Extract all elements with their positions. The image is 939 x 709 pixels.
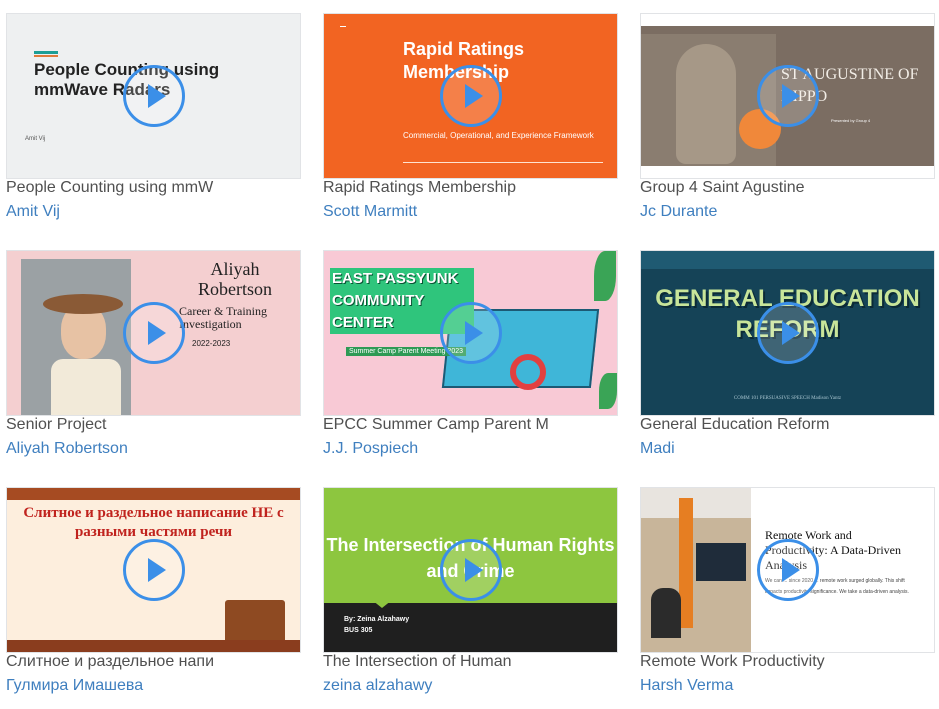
presentation-card: Слитное и раздельное написание НЕ с разн… bbox=[6, 487, 301, 707]
slide-thumbnail[interactable]: The Intersection of Human Rights and Cri… bbox=[323, 487, 618, 653]
card-title[interactable]: General Education Reform bbox=[640, 416, 935, 434]
notch-shape bbox=[372, 600, 392, 608]
play-icon[interactable] bbox=[122, 539, 185, 601]
play-icon[interactable] bbox=[756, 539, 819, 601]
slide-title: Слитное и раздельное написание НЕ с разн… bbox=[23, 505, 284, 540]
slide-subtitle: By: Zeina Alzahawy BUS 305 bbox=[344, 614, 409, 636]
card-author[interactable]: Amit Vij bbox=[6, 203, 301, 221]
slide-subtitle: Career & Training Investigation bbox=[179, 304, 267, 331]
play-icon[interactable] bbox=[756, 65, 819, 127]
slide-byline: By: Zeina Alzahawy bbox=[344, 616, 410, 623]
portrait-photo bbox=[21, 259, 131, 415]
presentation-card: Rapid Ratings Membership Commercial, Ope… bbox=[323, 13, 618, 233]
office-ceiling bbox=[641, 488, 751, 518]
card-author[interactable]: zeina alzahawy bbox=[323, 677, 618, 695]
card-title[interactable]: People Counting using mmW bbox=[6, 179, 301, 197]
presentation-card: GENERAL EDUCATION REFORM COMM 101 PERSUA… bbox=[640, 250, 935, 470]
school-supplies-graphic bbox=[225, 600, 285, 644]
divider-line bbox=[403, 162, 603, 163]
torn-paper-edge bbox=[641, 14, 934, 26]
card-author[interactable]: Harsh Verma bbox=[640, 677, 935, 695]
portrait-body bbox=[51, 359, 121, 415]
leaf-graphic bbox=[594, 251, 616, 301]
play-icon[interactable] bbox=[439, 65, 502, 127]
play-icon[interactable] bbox=[439, 539, 502, 601]
slide-course: BUS 305 bbox=[344, 627, 373, 634]
office-person bbox=[651, 588, 681, 638]
slide-title: Aliyah Robertson bbox=[198, 259, 272, 299]
torn-paper-edge bbox=[641, 166, 934, 178]
play-icon[interactable] bbox=[122, 302, 185, 364]
slide-subtitle: Commercial, Operational, and Experience … bbox=[403, 131, 594, 140]
card-author[interactable]: Madi bbox=[640, 440, 935, 458]
card-author[interactable]: Aliyah Robertson bbox=[6, 440, 301, 458]
card-author[interactable]: Scott Marmitt bbox=[323, 203, 618, 221]
card-title[interactable]: EPCC Summer Camp Parent M bbox=[323, 416, 618, 434]
slide-thumbnail[interactable]: GENERAL EDUCATION REFORM COMM 101 PERSUA… bbox=[640, 250, 935, 416]
slide-thumbnail[interactable]: EAST PASSYUNK COMMUNITY CENTER Summer Ca… bbox=[323, 250, 618, 416]
slide-thumbnail[interactable]: People Counting using mmWave Radars Amit… bbox=[6, 13, 301, 179]
statue-image bbox=[676, 44, 736, 164]
slide-date: 2022-2023 bbox=[192, 339, 231, 348]
slide-thumbnail[interactable]: ST AUGUSTINE OF HIPPO Presented by Group… bbox=[640, 13, 935, 179]
slide-title: Rapid Ratings Membership bbox=[403, 39, 525, 82]
play-icon[interactable] bbox=[122, 65, 185, 127]
presentation-card: EAST PASSYUNK COMMUNITY CENTER Summer Ca… bbox=[323, 250, 618, 470]
portrait-hat bbox=[43, 294, 123, 314]
accent-line bbox=[34, 51, 58, 54]
card-title[interactable]: Senior Project bbox=[6, 416, 301, 434]
slide-subtitle: COMM 101 PERSUASIVE SPEECH Madison Yantz bbox=[733, 396, 842, 401]
presentation-card: Remote Work and Productivity: A Data-Dri… bbox=[640, 487, 935, 707]
card-title[interactable]: Remote Work Productivity bbox=[640, 653, 935, 671]
presentation-card: ST AUGUSTINE OF HIPPO Presented by Group… bbox=[640, 13, 935, 233]
slide-thumbnail[interactable]: Remote Work and Productivity: A Data-Dri… bbox=[640, 487, 935, 653]
office-pillar bbox=[679, 498, 693, 628]
decor-dash bbox=[340, 26, 346, 27]
slide-thumbnail[interactable]: Aliyah Robertson Career & Training Inves… bbox=[6, 250, 301, 416]
office-photo bbox=[641, 488, 751, 652]
presentation-grid: People Counting using mmWave Radars Amit… bbox=[0, 0, 939, 709]
slide-thumbnail[interactable]: Слитное и раздельное написание НЕ с разн… bbox=[6, 487, 301, 653]
header-band bbox=[641, 251, 934, 269]
header-band bbox=[7, 488, 300, 500]
presentation-card: The Intersection of Human Rights and Cri… bbox=[323, 487, 618, 707]
office-screen bbox=[696, 543, 746, 581]
lifebuoy-graphic bbox=[510, 354, 546, 390]
accent-line bbox=[34, 55, 58, 57]
card-title[interactable]: Rapid Ratings Membership bbox=[323, 179, 618, 197]
card-author[interactable]: Jc Durante bbox=[640, 203, 935, 221]
card-author[interactable]: Гулмира Имашева bbox=[6, 677, 301, 695]
play-icon[interactable] bbox=[439, 302, 502, 364]
presentation-card: People Counting using mmWave Radars Amit… bbox=[6, 13, 301, 233]
play-icon[interactable] bbox=[756, 302, 819, 364]
slide-subtitle: Amit Vij bbox=[25, 136, 46, 142]
card-title[interactable]: Слитное и раздельное напи bbox=[6, 653, 301, 671]
slide-subtitle: Presented by Group 4 bbox=[831, 118, 871, 123]
card-author[interactable]: J.J. Pospiech bbox=[323, 440, 618, 458]
footer-band bbox=[7, 640, 300, 652]
slide-thumbnail[interactable]: Rapid Ratings Membership Commercial, Ope… bbox=[323, 13, 618, 179]
presentation-card: Aliyah Robertson Career & Training Inves… bbox=[6, 250, 301, 470]
leaf-graphic bbox=[599, 373, 617, 409]
card-title[interactable]: Group 4 Saint Agustine bbox=[640, 179, 935, 197]
card-title[interactable]: The Intersection of Human bbox=[323, 653, 618, 671]
